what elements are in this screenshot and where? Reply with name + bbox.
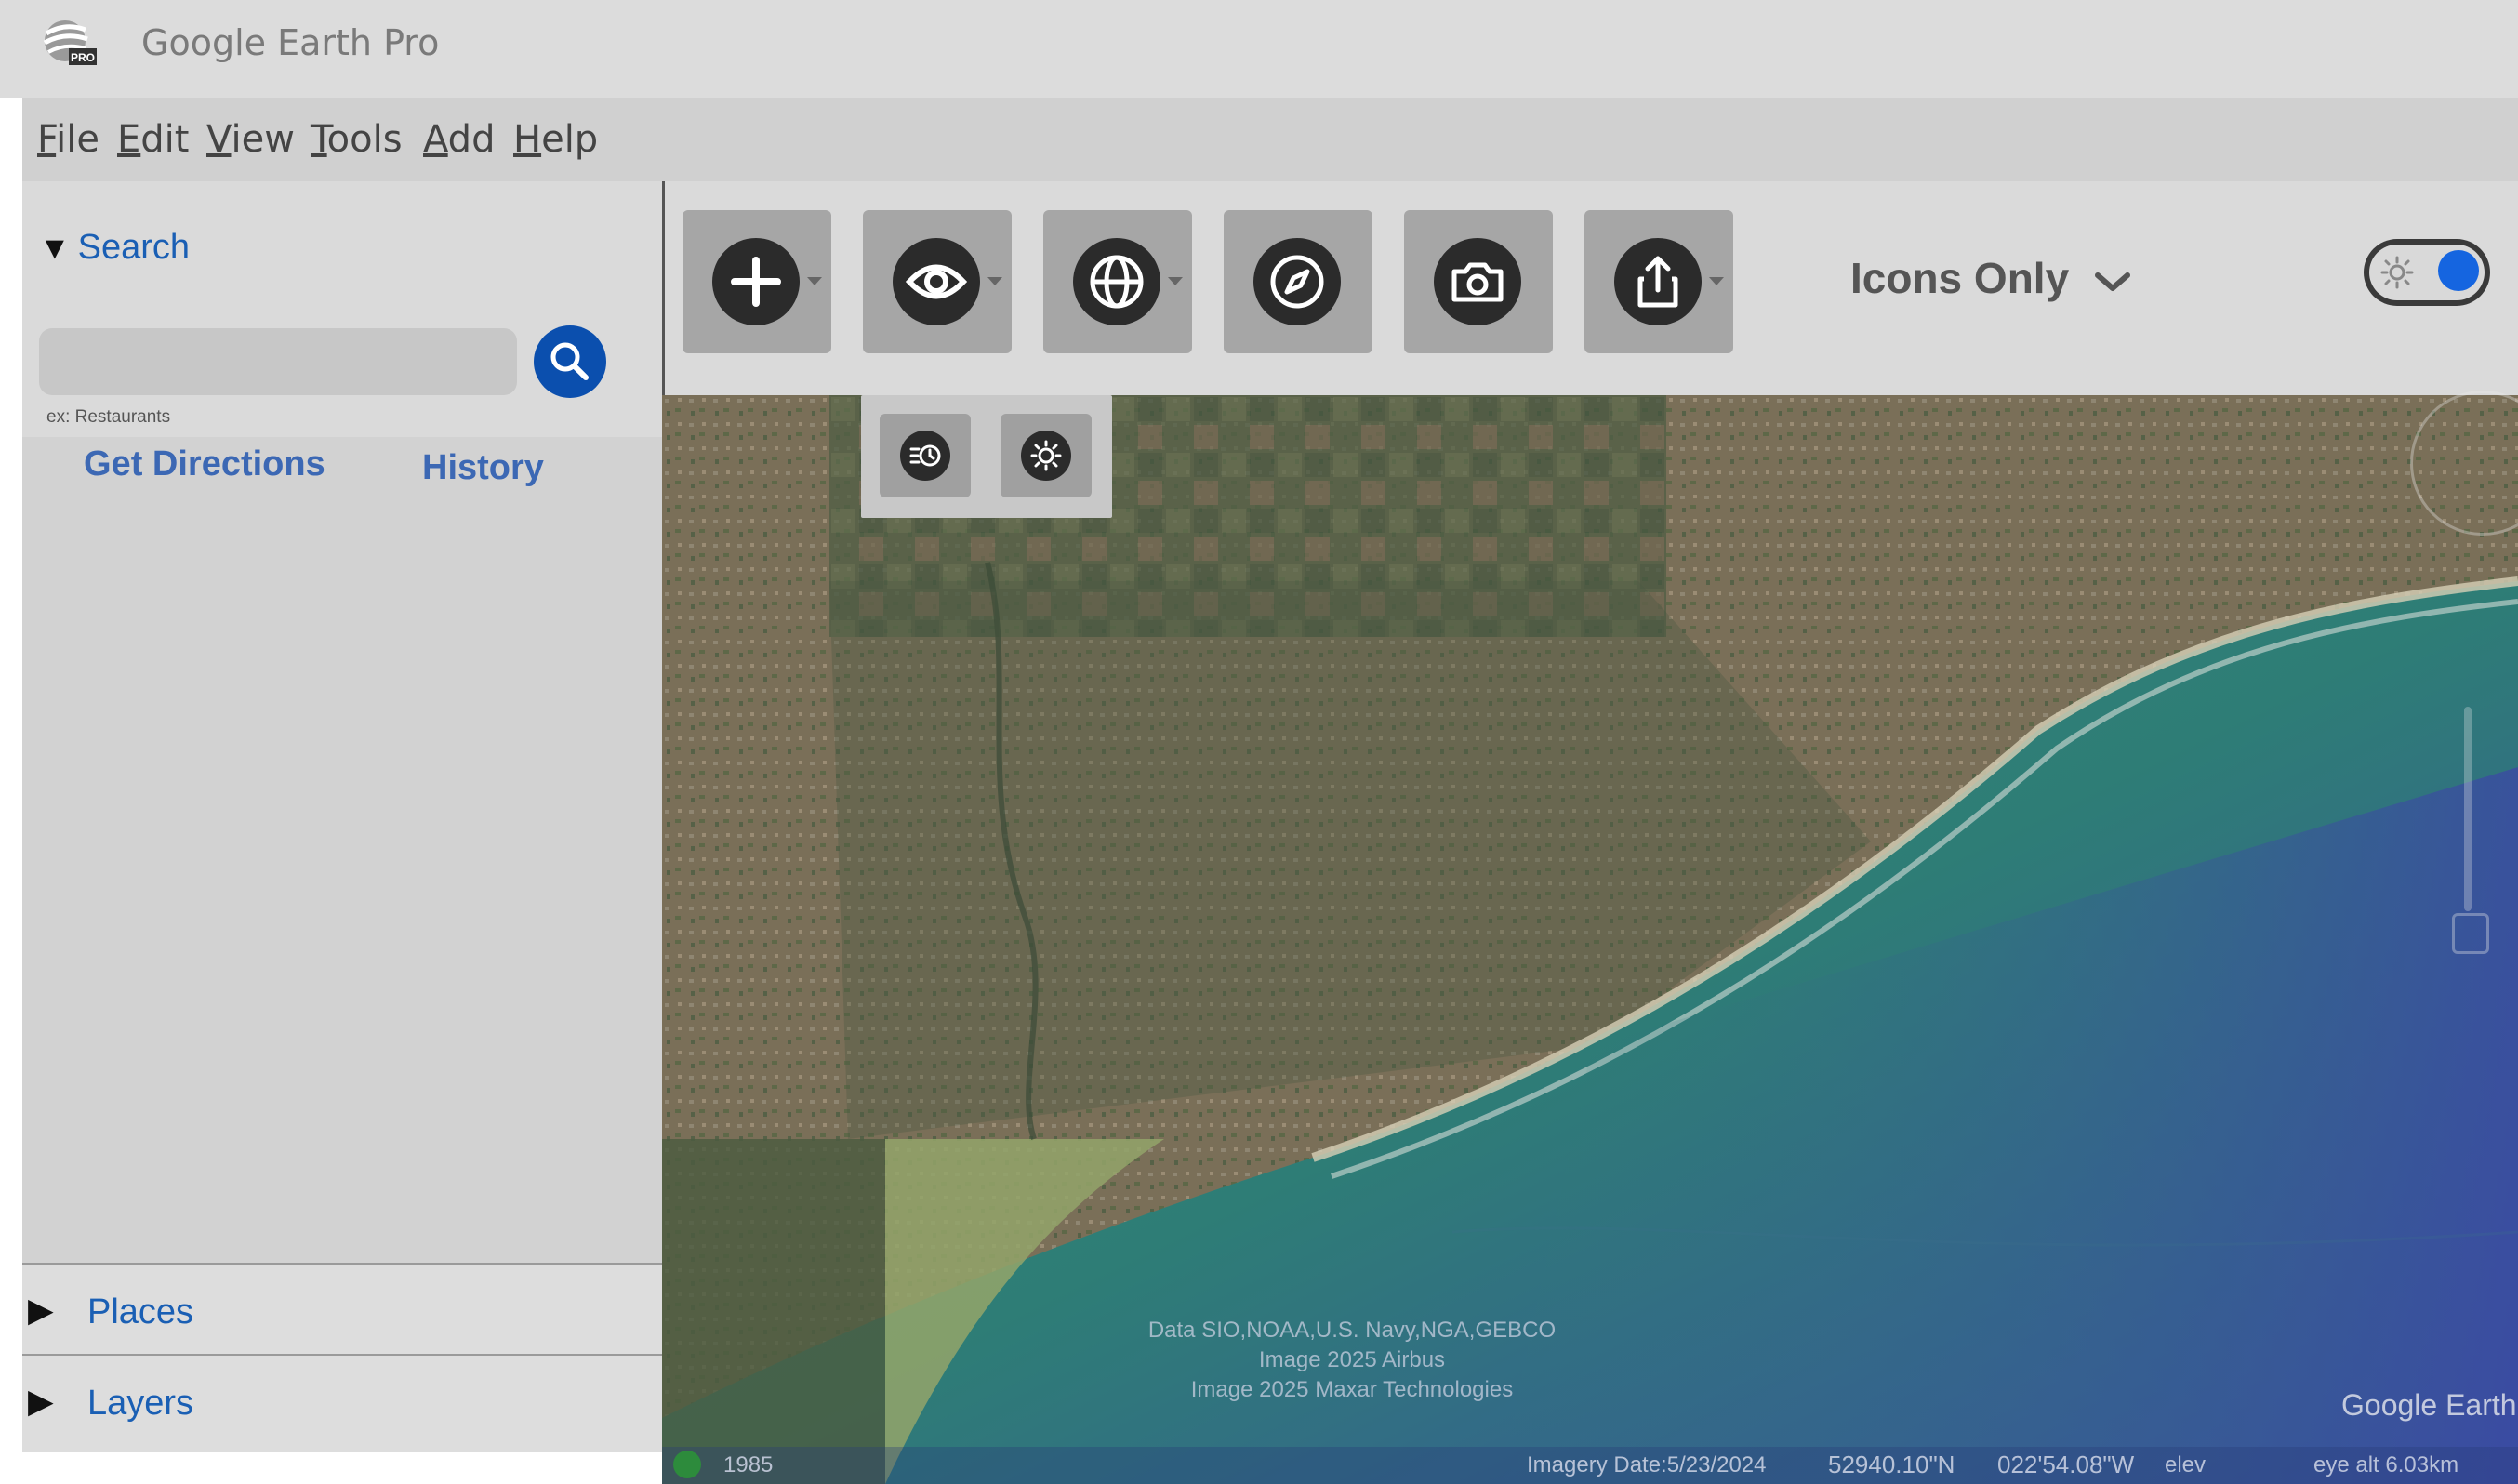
add-placemark-button[interactable] — [683, 210, 831, 353]
triangle-right-icon: ▶ — [28, 1382, 54, 1420]
layers-panel-header[interactable]: ▶ Layers — [22, 1354, 662, 1452]
search-panel: ▼ Search ex: Restaurants — [22, 181, 662, 437]
attribution-image-maxar: Image 2025 Maxar Technologies — [1190, 1377, 1514, 1402]
search-button[interactable] — [534, 325, 606, 398]
google-earth-pro-logo-icon: PRO — [43, 20, 97, 65]
menu-bar: File Edit View Tools Add Help — [22, 98, 2518, 181]
sunlight-button[interactable] — [1001, 414, 1092, 497]
attribution-image-airbus: Image 2025 Airbus — [1258, 1347, 1446, 1372]
menu-add[interactable]: Add — [423, 118, 495, 161]
camera-icon — [1451, 262, 1504, 302]
compass-icon — [1270, 255, 1324, 309]
history-clock-icon — [909, 444, 941, 467]
share-icon — [1637, 256, 1678, 308]
history-link[interactable]: History — [422, 448, 544, 488]
menu-view[interactable]: View — [206, 118, 295, 161]
search-panel-header[interactable]: ▼ Search — [39, 228, 190, 268]
menu-edit[interactable]: Edit — [117, 118, 189, 161]
dropdown-caret-icon — [1168, 277, 1183, 285]
title-bar: PRO Google Earth Pro — [0, 0, 2518, 98]
places-panel-header[interactable]: ▶ Places — [22, 1263, 662, 1361]
status-latitude: 52940.10"N — [1828, 1451, 1955, 1478]
menu-tools[interactable]: Tools — [311, 118, 403, 161]
search-icon — [550, 342, 589, 380]
menu-help[interactable]: Help — [513, 118, 598, 161]
share-button[interactable] — [1584, 210, 1733, 353]
theme-toggle[interactable] — [2364, 239, 2490, 306]
historical-clock-icon[interactable] — [673, 1451, 701, 1478]
status-elevation: elev — [2165, 1452, 2207, 1477]
google-earth-watermark: Google Earth — [2341, 1388, 2517, 1422]
triangle-right-icon: ▶ — [28, 1291, 54, 1329]
historical-imagery-button[interactable] — [880, 414, 971, 497]
dropdown-caret-icon — [807, 277, 822, 285]
dropdown-caret-icon — [987, 277, 1002, 285]
google-earth-window: PRO Google Earth Pro File Edit View Tool… — [0, 0, 2518, 1484]
eye-icon — [905, 264, 968, 299]
sun-icon — [2380, 256, 2414, 289]
globe-options-button[interactable] — [1043, 210, 1192, 353]
search-input[interactable] — [39, 328, 517, 395]
app-title: Google Earth Pro — [141, 22, 440, 63]
globe-icon — [1090, 255, 1144, 309]
zoom-slider[interactable] — [2464, 707, 2472, 911]
triangle-down-icon: ▼ — [39, 231, 71, 266]
display-mode-label: Icons Only — [1850, 254, 2070, 302]
save-image-button[interactable] — [1404, 210, 1553, 353]
layers-label: Layers — [87, 1384, 194, 1423]
toggle-knob — [2438, 250, 2479, 291]
attribution-data: Data SIO,NOAA,U.S. Navy,NGA,GEBCO — [1147, 1318, 1557, 1343]
compass-button[interactable] — [1224, 210, 1372, 353]
plus-icon — [731, 257, 781, 307]
chevron-down-icon — [2094, 272, 2130, 291]
map-view[interactable]: Data SIO,NOAA,U.S. Navy,NGA,GEBCO Image … — [662, 395, 2518, 1484]
zoom-slider-handle[interactable] — [2452, 913, 2489, 954]
sun-icon — [1030, 440, 1062, 471]
view-submenu — [861, 395, 1112, 518]
dropdown-caret-icon — [1709, 277, 1724, 285]
status-imagery-date: Imagery Date:5/23/2024 — [1527, 1452, 1767, 1477]
sidebar: ▼ Search ex: Restaurants Get Directions H… — [22, 181, 665, 1452]
status-longitude: 022'54.08"W — [1997, 1451, 2135, 1478]
window-left-edge — [0, 98, 22, 1484]
places-label: Places — [87, 1292, 194, 1332]
view-options-button[interactable] — [863, 210, 1012, 353]
display-mode-select[interactable]: Icons Only — [1850, 253, 2131, 303]
get-directions-link[interactable]: Get Directions — [84, 444, 325, 484]
status-eye-altitude: eye alt 6.03km — [2313, 1452, 2459, 1477]
status-year: 1985 — [723, 1452, 774, 1477]
svg-text:PRO: PRO — [71, 51, 95, 64]
search-hint: ex: Restaurants — [46, 407, 171, 427]
menu-file[interactable]: File — [37, 118, 99, 161]
